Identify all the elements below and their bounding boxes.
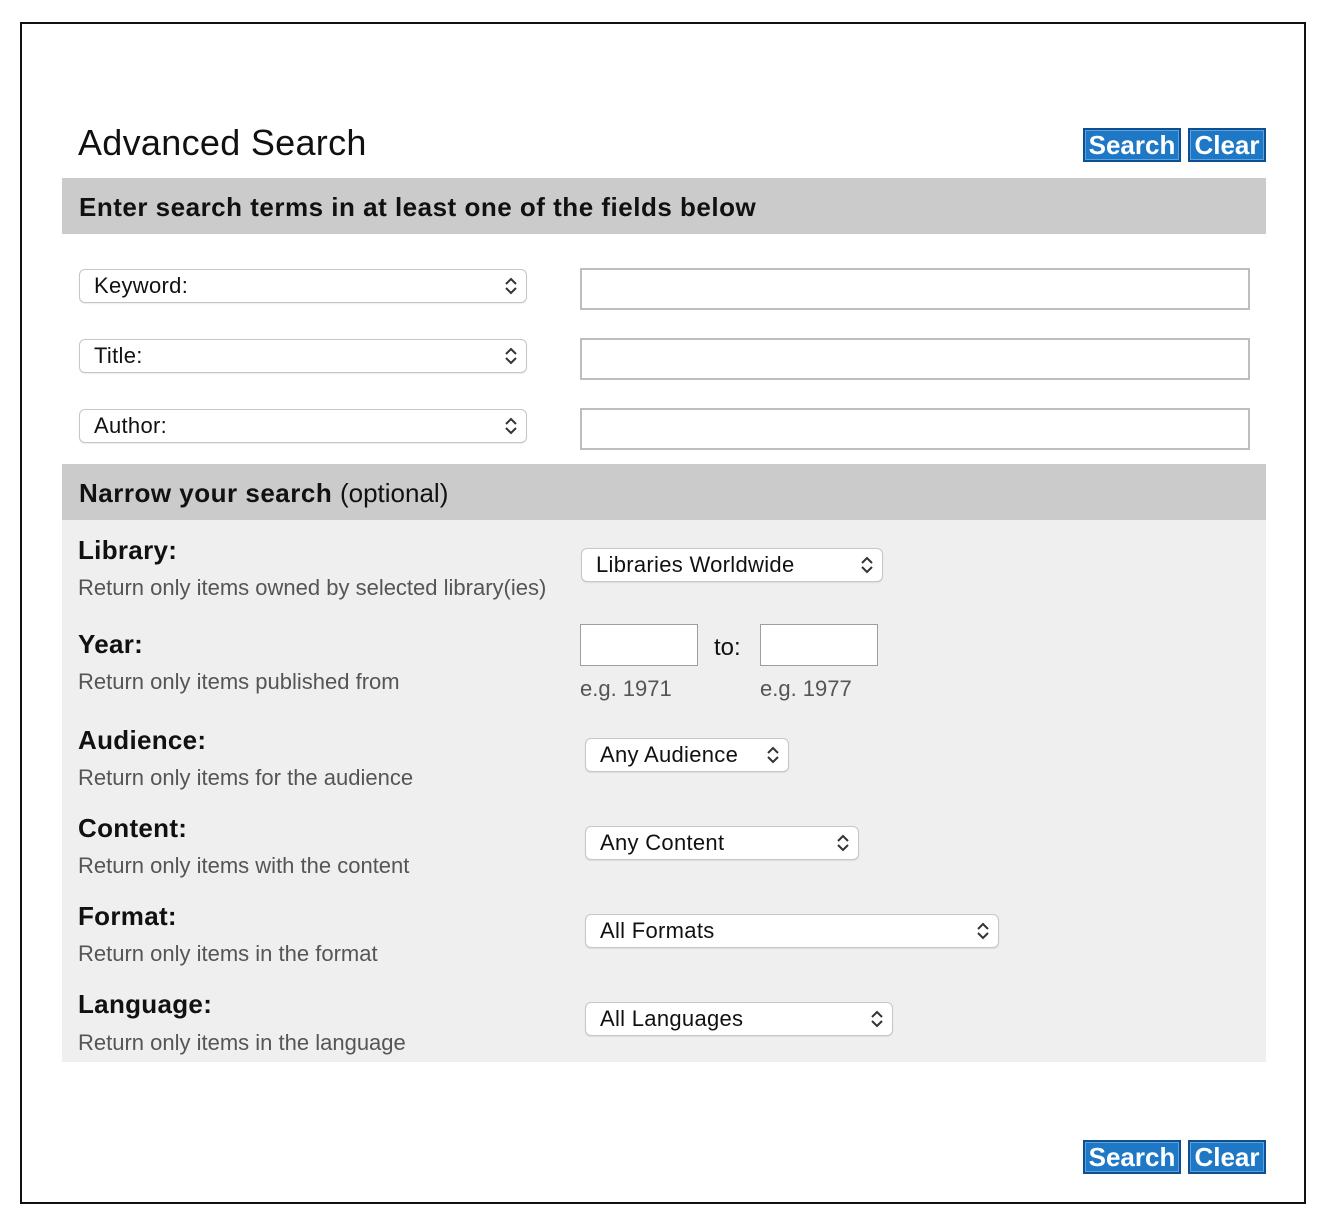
- format-select[interactable]: All Formats: [585, 914, 999, 948]
- author-field-select[interactable]: Author:: [79, 409, 527, 443]
- audience-description: Return only items for the audience: [78, 765, 414, 790]
- chevron-up-down-icon: [977, 922, 989, 940]
- year-to-hint: e.g. 1977: [760, 676, 852, 701]
- title-field-select-value: Title:: [94, 343, 143, 368]
- content-select[interactable]: Any Content: [585, 826, 859, 860]
- clear-button-top[interactable]: Clear: [1188, 128, 1266, 162]
- chevron-up-down-icon: [505, 417, 517, 435]
- chevron-up-down-icon: [505, 347, 517, 365]
- audience-select[interactable]: Any Audience: [585, 738, 789, 772]
- chevron-up-down-icon: [505, 277, 517, 295]
- author-input[interactable]: [580, 408, 1250, 450]
- narrow-search-panel: [62, 520, 1266, 1062]
- title-input[interactable]: [580, 338, 1250, 380]
- content-description: Return only items with the content: [78, 853, 410, 878]
- format-label: Format:: [78, 901, 177, 931]
- search-terms-header: Enter search terms in at least one of th…: [62, 178, 1266, 234]
- audience-label: Audience:: [78, 725, 207, 755]
- language-select[interactable]: All Languages: [585, 1002, 893, 1036]
- audience-select-value: Any Audience: [600, 742, 739, 767]
- year-from-hint: e.g. 1971: [580, 676, 672, 701]
- search-button-bottom[interactable]: Search: [1083, 1140, 1181, 1174]
- format-select-value: All Formats: [600, 918, 715, 943]
- content-select-value: Any Content: [600, 830, 725, 855]
- library-description: Return only items owned by selected libr…: [78, 575, 547, 600]
- search-terms-heading: Enter search terms in at least one of th…: [79, 192, 757, 222]
- search-button-top[interactable]: Search: [1083, 128, 1181, 162]
- page-title: Advanced Search: [78, 122, 367, 163]
- library-label: Library:: [78, 535, 178, 565]
- clear-button-bottom[interactable]: Clear: [1188, 1140, 1266, 1174]
- language-label: Language:: [78, 989, 213, 1019]
- library-select[interactable]: Libraries Worldwide: [581, 548, 883, 582]
- year-to-label: to:: [714, 634, 741, 661]
- keyword-field-select[interactable]: Keyword:: [79, 269, 527, 303]
- year-description: Return only items published from: [78, 669, 400, 694]
- narrow-search-heading-text: Narrow your search: [79, 478, 333, 508]
- narrow-search-heading: Narrow your search (optional): [79, 478, 448, 509]
- year-label: Year:: [78, 629, 144, 659]
- title-field-select[interactable]: Title:: [79, 339, 527, 373]
- optional-note: (optional): [339, 478, 449, 508]
- content-label: Content:: [78, 813, 188, 843]
- chevron-up-down-icon: [871, 1010, 883, 1028]
- chevron-up-down-icon: [767, 746, 779, 764]
- author-field-select-value: Author:: [94, 413, 168, 438]
- format-description: Return only items in the format: [78, 941, 378, 966]
- chevron-up-down-icon: [837, 834, 849, 852]
- chevron-up-down-icon: [861, 556, 873, 574]
- language-select-value: All Languages: [600, 1006, 744, 1031]
- year-from-input[interactable]: [580, 624, 698, 666]
- language-description: Return only items in the language: [78, 1030, 406, 1055]
- library-select-value: Libraries Worldwide: [596, 552, 795, 577]
- keyword-field-select-value: Keyword:: [94, 273, 189, 298]
- year-to-input[interactable]: [760, 624, 878, 666]
- keyword-input[interactable]: [580, 268, 1250, 310]
- narrow-search-header: Narrow your search (optional): [62, 464, 1266, 520]
